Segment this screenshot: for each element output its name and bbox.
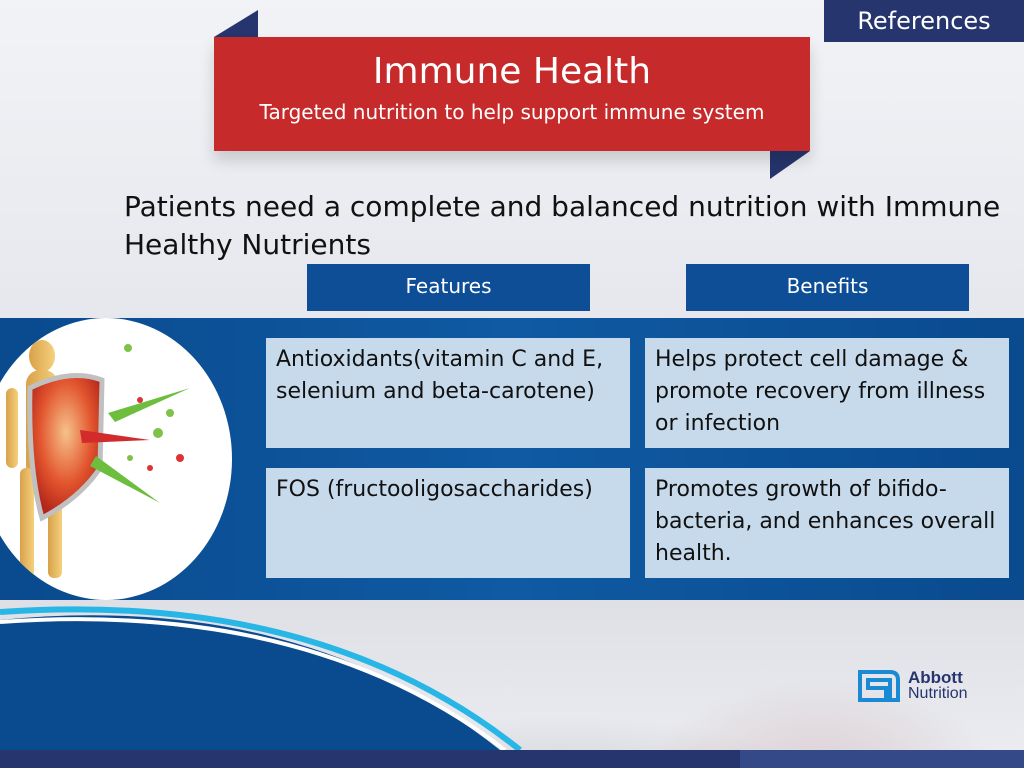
footer-bar-right [740, 750, 1024, 768]
features-header: Features [307, 264, 590, 311]
banner-fold-bottom [770, 151, 810, 179]
banner-fold-top [214, 10, 258, 37]
title-banner: Immune Health Targeted nutrition to help… [214, 37, 810, 151]
feature-cell-1: Antioxidants(vitamin C and E, selenium a… [266, 338, 630, 448]
logo-sub: Nutrition [908, 685, 968, 702]
benefit-cell-2: Promotes growth of bifido-bacteria, and … [645, 468, 1009, 578]
page-subtitle: Targeted nutrition to help support immun… [259, 100, 765, 124]
benefits-header: Benefits [686, 264, 969, 311]
page-title: Immune Health [372, 51, 652, 92]
headline: Patients need a complete and balanced nu… [124, 190, 1001, 261]
feature-cell-2: FOS (fructooligosaccharides) [266, 468, 630, 578]
abbott-logo: Abbott Nutrition [856, 668, 986, 708]
abbott-icon [858, 670, 900, 702]
benefit-cell-1: Helps protect cell damage & promote reco… [645, 338, 1009, 448]
footer-bar [0, 750, 740, 768]
references-button[interactable]: References [824, 0, 1024, 42]
